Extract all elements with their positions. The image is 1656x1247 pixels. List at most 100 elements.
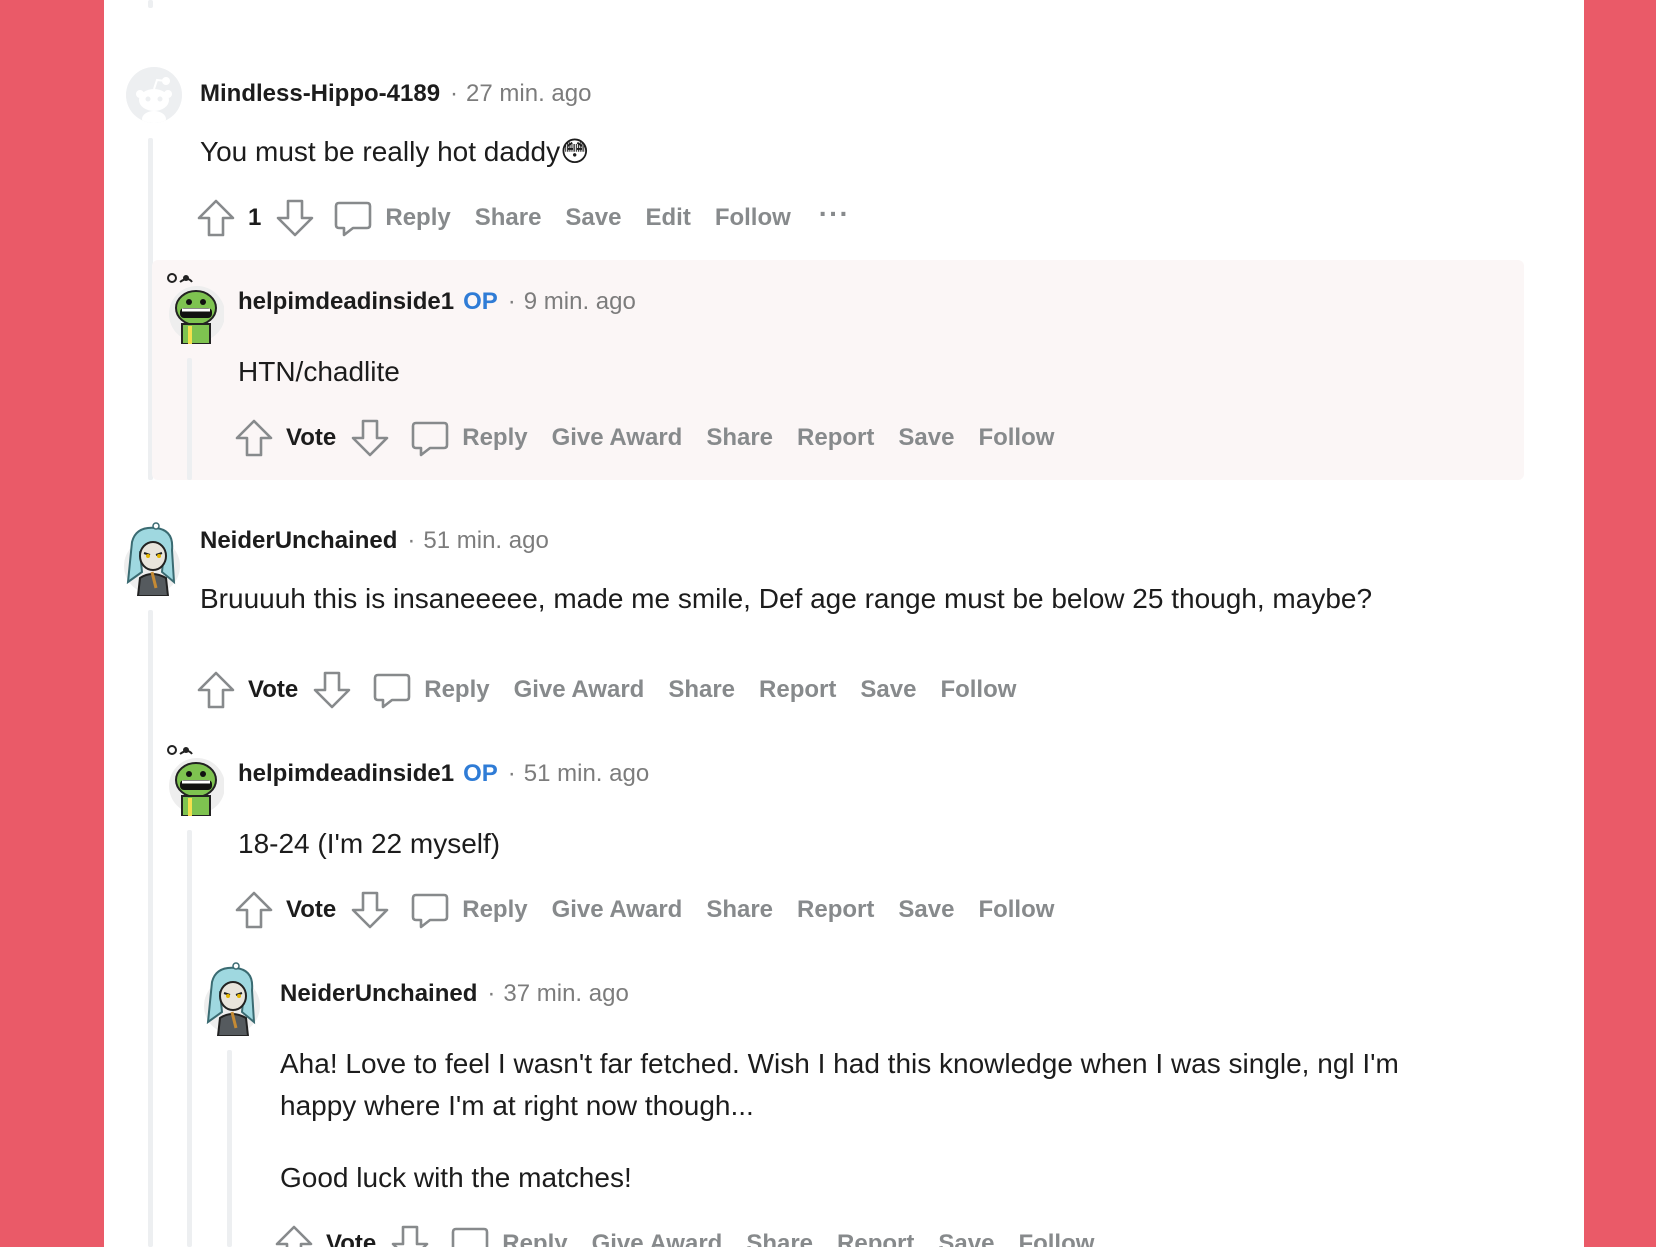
comment-body: 18-24 (I'm 22 myself) <box>238 828 501 859</box>
comments-panel: Mindless-Hippo-4189 · 27 min. ago You mu… <box>104 0 1584 1247</box>
vote-count: 1 <box>248 204 262 231</box>
timestamp[interactable]: 37 min. ago <box>503 980 628 1008</box>
timestamp[interactable]: 51 min. ago <box>524 760 649 788</box>
separator-dot: · <box>450 80 459 107</box>
reply-label: Reply <box>462 424 528 451</box>
give-award-button[interactable]: Give Award <box>592 1230 723 1247</box>
separator-dot: · <box>507 760 516 787</box>
reply-button[interactable]: Reply <box>372 670 490 710</box>
give-award-button[interactable]: Give Award <box>552 424 683 452</box>
timestamp[interactable]: 51 min. ago <box>423 527 548 555</box>
share-button[interactable]: Share <box>668 676 735 704</box>
comment-bubble-icon <box>333 198 373 238</box>
comment-meta: helpimdeadinside1 OP · 51 min. ago <box>238 760 649 788</box>
comment-bubble-icon <box>450 1224 490 1247</box>
vote-label: Vote <box>326 1230 377 1247</box>
downvote-icon[interactable] <box>350 418 390 458</box>
share-button[interactable]: Share <box>475 204 542 232</box>
share-button[interactable]: Share <box>746 1230 813 1247</box>
separator-dot: · <box>487 980 496 1007</box>
separator-dot: · <box>407 527 416 554</box>
save-button[interactable]: Save <box>938 1230 994 1247</box>
comment-body: HTN/chadlite <box>238 356 400 387</box>
comment-body-line: Aha! Love to feel I wasn't far fetched. … <box>280 1048 1399 1079</box>
edit-button[interactable]: Edit <box>645 204 690 232</box>
separator-dot: · <box>507 288 516 315</box>
timestamp[interactable]: 27 min. ago <box>466 80 591 108</box>
vote-label: Vote <box>248 676 299 703</box>
reply-button[interactable]: Reply <box>410 418 528 458</box>
thread-line[interactable] <box>227 1050 232 1247</box>
reply-button[interactable]: Reply <box>410 890 528 930</box>
avatar[interactable] <box>126 67 182 123</box>
thread-line[interactable] <box>187 358 192 480</box>
more-dots-icon[interactable]: ··· <box>819 198 850 230</box>
downvote-icon[interactable] <box>350 890 390 930</box>
vote-label: Vote <box>286 896 337 923</box>
report-button[interactable]: Report <box>837 1230 914 1247</box>
follow-button[interactable]: Follow <box>978 896 1054 924</box>
give-award-button[interactable]: Give Award <box>552 896 683 924</box>
reply-button[interactable]: Reply <box>333 198 451 238</box>
share-button[interactable]: Share <box>706 896 773 924</box>
save-button[interactable]: Save <box>898 424 954 452</box>
avatar[interactable] <box>202 962 262 1036</box>
reply-button[interactable]: Reply <box>450 1224 568 1247</box>
comment-body-line: Good luck with the matches! <box>280 1162 632 1193</box>
avatar[interactable] <box>122 522 182 596</box>
follow-button[interactable]: Follow <box>940 676 1016 704</box>
upvote-icon[interactable] <box>274 1224 314 1247</box>
snoo-avatar-icon <box>126 67 182 123</box>
give-award-button[interactable]: Give Award <box>514 676 645 704</box>
downvote-icon[interactable] <box>275 198 315 238</box>
comment-actions: Vote Reply Give Award Share Report Save … <box>234 888 1054 932</box>
downvote-icon[interactable] <box>390 1224 430 1247</box>
upvote-icon[interactable] <box>234 890 274 930</box>
username[interactable]: helpimdeadinside1 <box>238 288 454 316</box>
avatar[interactable] <box>164 272 224 344</box>
avatar[interactable] <box>164 744 224 816</box>
reply-label: Reply <box>462 896 528 923</box>
reply-label: Reply <box>385 204 451 231</box>
upvote-icon[interactable] <box>196 198 236 238</box>
comment-bubble-icon <box>372 670 412 710</box>
follow-button[interactable]: Follow <box>715 204 791 232</box>
username[interactable]: NeiderUnchained <box>280 980 477 1008</box>
snoo-avatar-icon <box>167 273 224 344</box>
snoo-avatar-icon <box>167 745 224 816</box>
follow-button[interactable]: Follow <box>978 424 1054 452</box>
upvote-icon[interactable] <box>234 418 274 458</box>
upvote-icon[interactable] <box>196 670 236 710</box>
username[interactable]: helpimdeadinside1 <box>238 760 454 788</box>
comment-meta: helpimdeadinside1 OP · 9 min. ago <box>238 288 636 316</box>
report-button[interactable]: Report <box>797 424 874 452</box>
downvote-icon[interactable] <box>312 670 352 710</box>
comment-body: You must be really hot daddy😳 <box>200 136 590 167</box>
follow-button[interactable]: Follow <box>1018 1230 1094 1247</box>
comment-actions: Vote Reply Give Award Share Report Save … <box>234 416 1054 460</box>
report-button[interactable]: Report <box>797 896 874 924</box>
report-button[interactable]: Report <box>759 676 836 704</box>
vote-label: Vote <box>286 424 337 451</box>
op-badge: OP <box>463 760 498 787</box>
comment-body-line: happy where I'm at right now though... <box>280 1090 754 1121</box>
comment-actions: 1 Reply Share Save Edit Follow ··· <box>196 196 850 240</box>
comment-body: Bruuuuh this is insaneeeee, made me smil… <box>200 583 1373 614</box>
thread-line[interactable] <box>187 830 192 1247</box>
snoo-avatar-icon <box>124 522 180 596</box>
snoo-avatar-icon <box>204 962 260 1036</box>
comment-meta: NeiderUnchained · 51 min. ago <box>200 527 549 555</box>
timestamp[interactable]: 9 min. ago <box>524 288 636 316</box>
share-button[interactable]: Share <box>706 424 773 452</box>
save-button[interactable]: Save <box>860 676 916 704</box>
reply-label: Reply <box>502 1230 568 1247</box>
thread-line[interactable] <box>148 610 153 1247</box>
reply-label: Reply <box>424 676 490 703</box>
username[interactable]: Mindless-Hippo-4189 <box>200 80 440 108</box>
save-button[interactable]: Save <box>898 896 954 924</box>
comment-actions: Vote Reply Give Award Share Report Save … <box>274 1222 1094 1247</box>
comment-meta: Mindless-Hippo-4189 · 27 min. ago <box>200 80 591 108</box>
username[interactable]: NeiderUnchained <box>200 527 397 555</box>
save-button[interactable]: Save <box>565 204 621 232</box>
thread-line[interactable] <box>148 0 153 8</box>
